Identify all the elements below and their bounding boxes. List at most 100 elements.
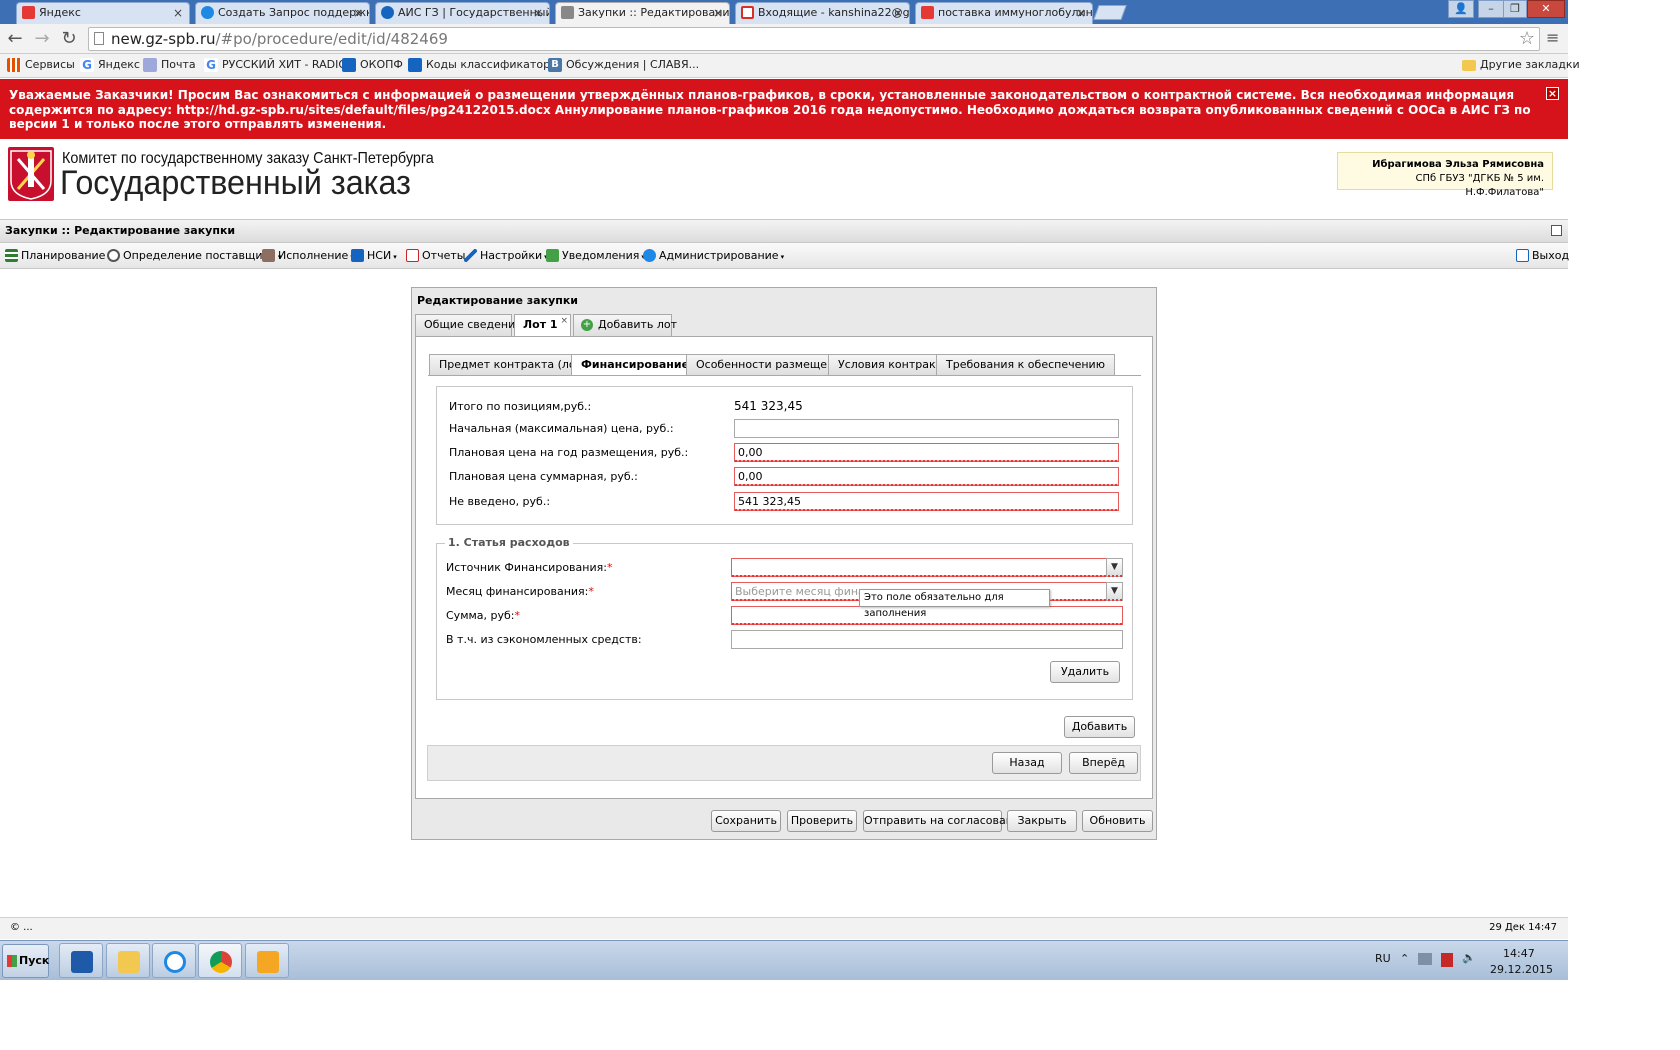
tab-financing[interactable]: Финансирование	[571, 354, 700, 376]
tab-label: Особенности размещения	[696, 358, 848, 371]
taskbar-explorer[interactable]	[106, 943, 150, 978]
plan-year-label: Плановая цена на год размещения, руб.:	[449, 446, 689, 459]
back-arrow-icon[interactable]: ←	[4, 28, 26, 49]
collapse-icon[interactable]	[1551, 225, 1562, 236]
forward-button[interactable]: Вперёд	[1069, 752, 1138, 774]
browser-tab-strip: Яндекс × Создать Запрос поддержки × АИС …	[0, 0, 1568, 24]
globe-icon	[381, 6, 394, 19]
bookmark-codes[interactable]: Коды классификатор...	[408, 58, 561, 72]
clock-time[interactable]: 14:47	[1503, 947, 1535, 960]
nmck-input[interactable]	[734, 419, 1119, 438]
bookmark-services[interactable]: Сервисы	[7, 58, 75, 72]
browser-tab-procurement[interactable]: Закупки :: Редактирование ×	[555, 2, 730, 24]
tab-divider	[428, 375, 1141, 376]
menu-icon[interactable]: ≡	[1546, 28, 1559, 47]
menu-execution[interactable]: Исполнение▾	[262, 249, 354, 264]
tab-lot-1[interactable]: Лот 1 ×	[514, 314, 571, 337]
taskbar-powershell[interactable]	[59, 943, 103, 978]
tab-label: Условия контракта	[838, 358, 949, 371]
menu-settings[interactable]: Настройки▾	[464, 249, 548, 264]
network-icon[interactable]	[1418, 953, 1432, 965]
menu-label: Настройки	[480, 249, 543, 262]
close-tab-icon[interactable]: ×	[893, 3, 903, 23]
chevron-down-icon[interactable]: ▼	[1106, 558, 1123, 577]
taskbar-chrome[interactable]	[198, 943, 242, 978]
close-tab-icon[interactable]: ×	[353, 3, 363, 23]
url-bar[interactable]: new.gz-spb.ru/#po/procedure/edit/id/4824…	[88, 27, 1540, 51]
bookmark-star-icon[interactable]: ☆	[1519, 28, 1535, 50]
apps-icon	[7, 58, 21, 72]
user-profile-icon[interactable]: 👤	[1448, 0, 1474, 18]
logout-button[interactable]: Выход	[1516, 249, 1569, 262]
globe-icon	[201, 6, 214, 19]
bookmark-okopf[interactable]: ОКОПФ	[342, 58, 403, 72]
browser-tab-gmail[interactable]: Входящие - kanshina22@gm ×	[735, 2, 910, 24]
yandex-icon	[22, 6, 35, 19]
reload-icon[interactable]: ↻	[58, 28, 80, 49]
menu-nsi[interactable]: НСИ ▾	[351, 249, 397, 264]
add-button[interactable]: Добавить	[1064, 716, 1135, 738]
minimize-button[interactable]: –	[1478, 0, 1504, 18]
close-tab-icon[interactable]: ×	[173, 3, 183, 23]
forward-arrow-icon[interactable]: →	[31, 28, 53, 49]
back-button[interactable]: Назад	[992, 752, 1062, 774]
user-organization: СПб ГБУЗ "ДГКБ № 5 им. Н.Ф.Филатова"	[1415, 173, 1544, 198]
browser-tab-yandex[interactable]: Яндекс ×	[16, 2, 190, 24]
taskbar-outlook[interactable]	[245, 943, 289, 978]
tab-general[interactable]: Общие сведения	[415, 314, 522, 336]
menu-planning[interactable]: Планирование▾	[5, 249, 111, 264]
gear-icon	[107, 249, 120, 262]
new-tab-button[interactable]	[1093, 5, 1127, 20]
close-button[interactable]: Закрыть	[1007, 810, 1077, 832]
bookmark-radio[interactable]: G РУССКИЙ ХИТ - RADIO	[204, 58, 347, 72]
clock-date[interactable]: 29.12.2015	[1490, 963, 1553, 976]
tab-security-requirements[interactable]: Требования к обеспечению	[936, 354, 1115, 375]
chevron-down-icon[interactable]: ▼	[1106, 582, 1123, 601]
battery-warning-icon[interactable]	[1441, 953, 1453, 967]
close-window-button[interactable]: ✕	[1527, 0, 1565, 18]
browser-tab-support[interactable]: Создать Запрос поддержки ×	[195, 2, 370, 24]
not-entered-input[interactable]: 541 323,45	[734, 492, 1119, 511]
sum-input[interactable]	[731, 606, 1123, 625]
taskbar-ie[interactable]	[152, 943, 196, 978]
bookmark-discussions[interactable]: B Обсуждения | СЛАВЯ...	[548, 58, 699, 72]
close-tab-icon[interactable]: ×	[560, 311, 568, 331]
source-combobox[interactable]: ▼	[731, 558, 1123, 577]
menu-supplier[interactable]: Определение поставщика ▾	[107, 249, 281, 264]
restore-button[interactable]: ❐	[1503, 0, 1527, 18]
close-tab-icon[interactable]: ×	[533, 3, 543, 23]
edit-procurement-dialog: Редактирование закупки Общие сведения Ло…	[411, 287, 1157, 840]
menu-reports[interactable]: Отчеты	[406, 249, 465, 262]
bookmark-label: Другие закладки	[1480, 58, 1580, 71]
plan-total-input[interactable]: 0,00	[734, 467, 1119, 486]
browser-toolbar: ← → ↻ new.gz-spb.ru/#po/procedure/edit/i…	[0, 24, 1568, 54]
menu-administration[interactable]: Администрирование ▾	[643, 249, 784, 264]
other-bookmarks[interactable]: Другие закладки	[1462, 58, 1580, 72]
tray-expand-icon[interactable]: ⌃	[1400, 952, 1409, 965]
menu-label: Уведомления	[562, 249, 640, 262]
start-button[interactable]: Пуск	[2, 944, 49, 978]
plan-year-input[interactable]: 0,00	[734, 443, 1119, 462]
close-alert-icon[interactable]: ×	[1546, 87, 1559, 100]
menu-notifications[interactable]: Уведомления▾	[546, 249, 645, 264]
save-button[interactable]: Сохранить	[711, 810, 781, 832]
add-lot-tab[interactable]: + Добавить лот	[573, 314, 677, 336]
google-icon: G	[204, 58, 218, 72]
bookmark-yandex[interactable]: G Яндекс	[80, 58, 140, 72]
page-title: Закупки :: Редактирование закупки	[0, 219, 1568, 243]
delete-button[interactable]: Удалить	[1050, 661, 1120, 683]
page-title-text: Закупки :: Редактирование закупки	[5, 224, 236, 237]
bookmark-mail[interactable]: Почта	[143, 58, 196, 72]
check-button[interactable]: Проверить	[787, 810, 857, 832]
saved-funds-input[interactable]	[731, 630, 1123, 649]
refresh-button[interactable]: Обновить	[1082, 810, 1153, 832]
execution-icon	[262, 249, 275, 262]
language-indicator[interactable]: RU	[1375, 952, 1391, 965]
volume-icon[interactable]: 🔈	[1462, 951, 1476, 964]
browser-tab-search[interactable]: поставка иммуноглобулина ×	[915, 2, 1093, 24]
send-for-approval-button[interactable]: Отправить на согласование	[863, 810, 1027, 832]
browser-tab-ais[interactable]: АИС ГЗ | Государственный ×	[375, 2, 550, 24]
close-tab-icon[interactable]: ×	[1076, 3, 1086, 23]
close-tab-icon[interactable]: ×	[713, 3, 723, 23]
menu-label: Выход	[1532, 249, 1570, 262]
